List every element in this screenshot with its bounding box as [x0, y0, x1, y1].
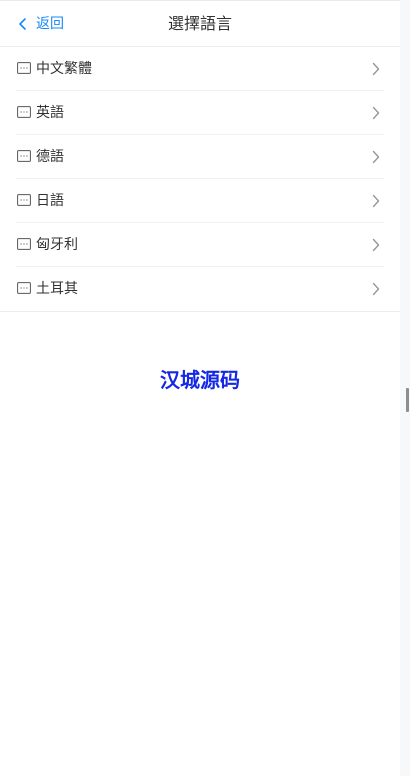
language-item-turkish[interactable]: 土耳其 [0, 267, 400, 311]
message-icon [17, 62, 31, 74]
language-label: 日語 [36, 193, 64, 209]
screen: 返回 選擇語言 中文繁體 英語 德語 日語 匈牙利 土耳其 汉城源码 [0, 0, 410, 776]
page-title: 選擇語言 [167, 14, 232, 33]
message-icon [17, 106, 31, 118]
scrollbar-thumb[interactable] [406, 388, 409, 412]
message-icon [17, 194, 31, 206]
language-item-english[interactable]: 英語 [0, 91, 400, 135]
language-item-german[interactable]: 德語 [0, 135, 400, 179]
language-label: 德語 [36, 149, 64, 165]
chevron-right-icon [372, 62, 380, 76]
nav-bar: 返回 選擇語言 [0, 0, 400, 47]
chevron-right-icon [372, 238, 380, 252]
language-list: 中文繁體 英語 德語 日語 匈牙利 土耳其 [0, 47, 400, 312]
language-label: 中文繁體 [36, 61, 92, 77]
language-label: 土耳其 [36, 281, 78, 297]
message-icon [17, 282, 31, 294]
chevron-right-icon [372, 194, 380, 208]
content-area: 返回 選擇語言 中文繁體 英語 德語 日語 匈牙利 土耳其 汉城源码 [0, 0, 400, 776]
watermark-text: 汉城源码 [160, 368, 240, 392]
chevron-right-icon [372, 106, 380, 120]
language-item-traditional-chinese[interactable]: 中文繁體 [0, 47, 400, 91]
message-icon [17, 150, 31, 162]
language-label: 英語 [36, 105, 64, 121]
message-icon [17, 238, 31, 250]
language-item-hungarian[interactable]: 匈牙利 [0, 223, 400, 267]
chevron-right-icon [372, 282, 380, 296]
language-item-japanese[interactable]: 日語 [0, 179, 400, 223]
chevron-right-icon [372, 150, 380, 164]
language-label: 匈牙利 [36, 237, 78, 253]
